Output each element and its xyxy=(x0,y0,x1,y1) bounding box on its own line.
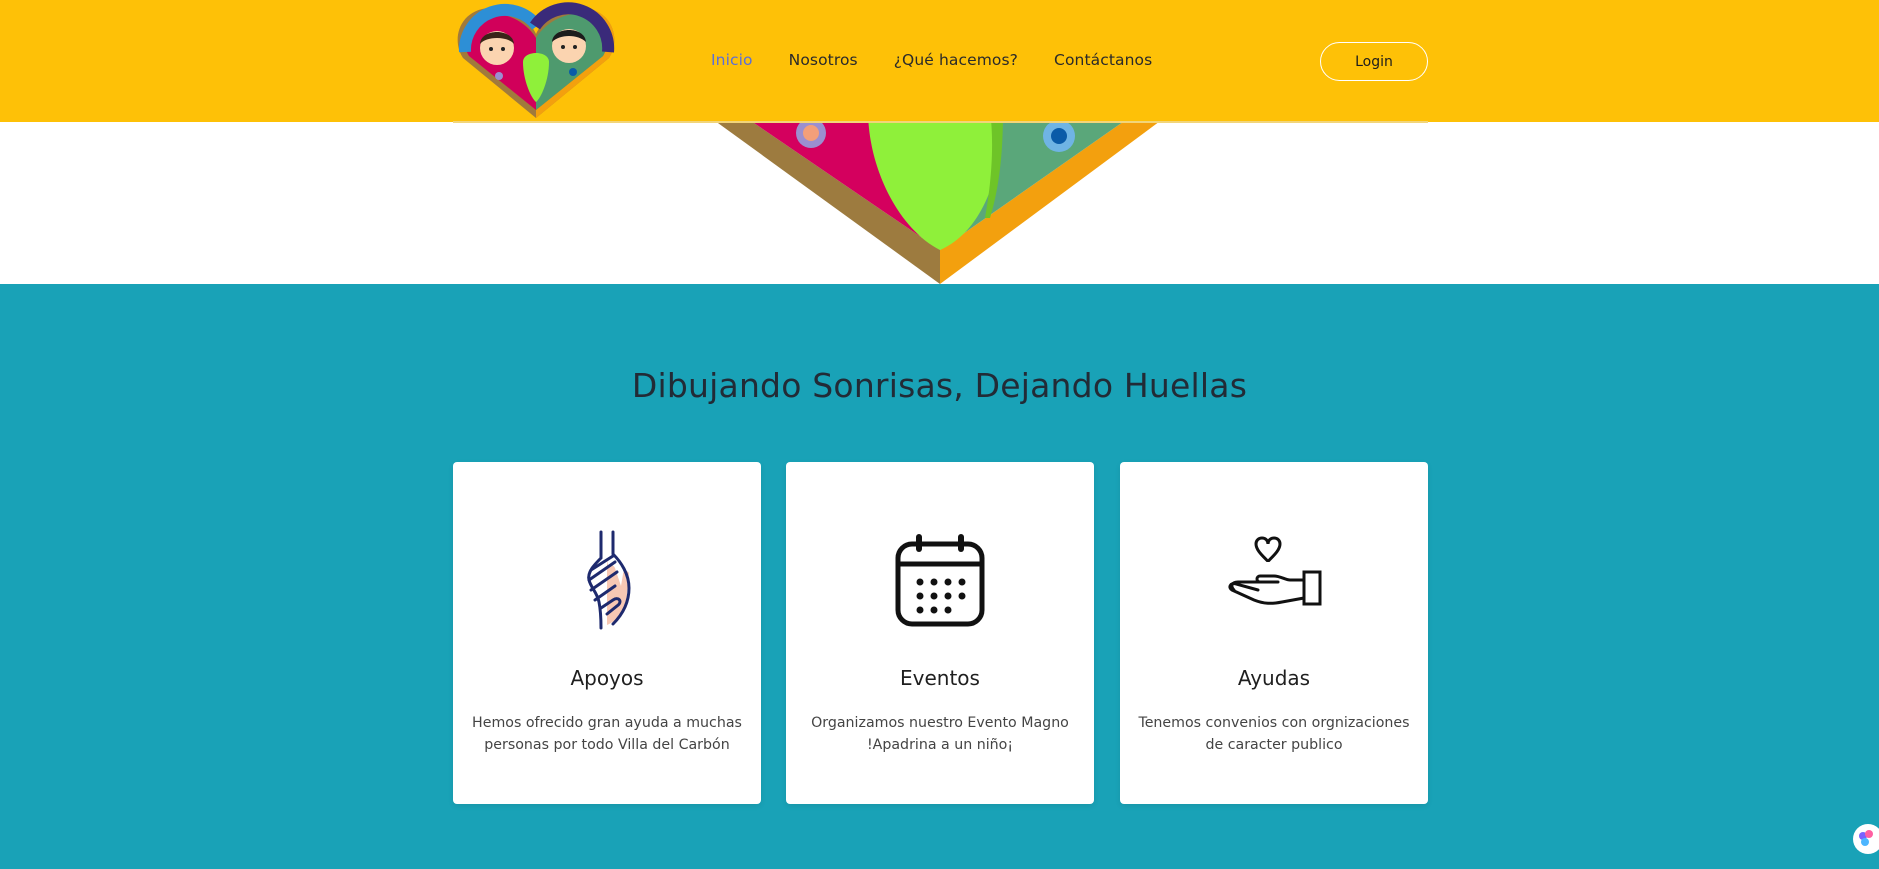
card-title: Ayudas xyxy=(1237,666,1311,690)
nav-item-contactanos[interactable]: Contáctanos xyxy=(1054,48,1152,72)
services-section: Dibujando Sonrisas, Dejando Huellas Apoy… xyxy=(0,284,1879,869)
nav-item-que-hacemos[interactable]: ¿Qué hacemos? xyxy=(894,48,1018,72)
card-text: Tenemos convenios con orgnizaciones de c… xyxy=(1138,715,1410,753)
helping-hands-icon xyxy=(587,530,631,630)
nav-item-inicio[interactable]: Inicio xyxy=(711,48,753,72)
nav-item-nosotros[interactable]: Nosotros xyxy=(789,48,858,72)
site-header: Inicio Nosotros ¿Qué hacemos? Contáctano… xyxy=(0,0,1879,123)
corner-widget-icon[interactable] xyxy=(1853,824,1879,854)
calendar-icon xyxy=(895,534,985,627)
card-text: Hemos ofrecido gran ayuda a muchas perso… xyxy=(472,715,742,753)
card-apoyos: Apoyos Hemos ofrecido gran ayuda a mucha… xyxy=(453,462,761,804)
site-logo[interactable] xyxy=(453,0,619,122)
section-title: Dibujando Sonrisas, Dejando Huellas xyxy=(631,366,1248,405)
card-text: Organizamos nuestro Evento Magno !Apadri… xyxy=(811,715,1069,753)
card-ayudas: Ayudas Tenemos convenios con orgnizacion… xyxy=(1120,462,1428,804)
card-title: Eventos xyxy=(900,666,980,690)
hand-heart-icon xyxy=(1228,536,1322,606)
main-nav: Inicio Nosotros ¿Qué hacemos? Contáctano… xyxy=(711,48,1188,72)
card-eventos: Eventos Organizamos nuestro Evento Magno… xyxy=(786,462,1094,804)
card-title: Apoyos xyxy=(570,666,644,690)
login-button[interactable]: Login xyxy=(1320,42,1428,81)
header-divider xyxy=(453,121,1428,123)
